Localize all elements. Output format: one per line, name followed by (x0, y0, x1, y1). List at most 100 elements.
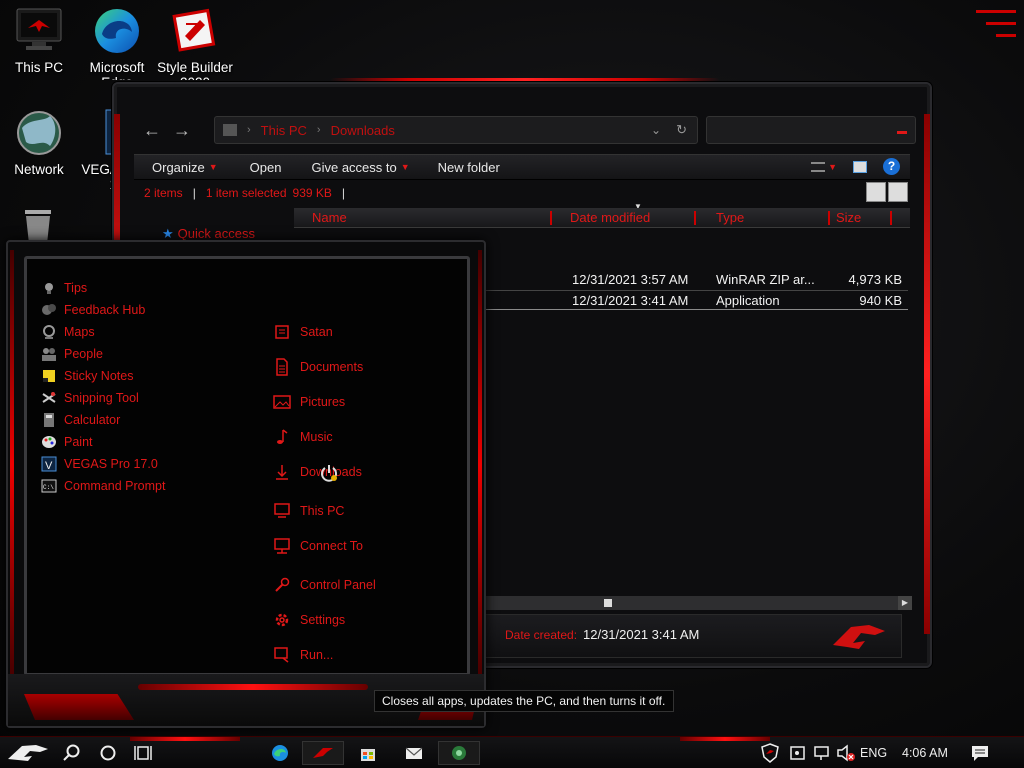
breadcrumb-downloads[interactable]: Downloads (331, 123, 395, 138)
new-folder-button[interactable]: New folder (438, 160, 500, 175)
app-command-prompt[interactable]: C:\ Command Prompt (41, 475, 165, 497)
desktop-icon-this-pc[interactable]: This PC (0, 6, 78, 75)
app-label: Snipping Tool (64, 391, 139, 405)
task-view-icon[interactable] (134, 743, 154, 763)
place-connect-to[interactable]: Connect To (273, 537, 363, 555)
app-sticky-notes[interactable]: Sticky Notes (41, 365, 165, 387)
wrench-icon (273, 576, 291, 594)
app-label: Command Prompt (64, 479, 166, 493)
breadcrumb-this-pc[interactable]: This PC (261, 123, 307, 138)
column-name[interactable]: Name (312, 210, 347, 225)
taskbar-app-explorer[interactable] (438, 741, 480, 765)
give-access-button[interactable]: Give access to ▼ (311, 160, 409, 175)
search-icon[interactable] (62, 743, 82, 763)
open-button[interactable]: Open (250, 160, 282, 175)
open-label: Open (249, 159, 282, 175)
desktop-icon-style-builder[interactable]: Style Builder 2020 (156, 6, 234, 80)
gear-icon (273, 611, 291, 629)
details-view-icon[interactable] (866, 182, 886, 202)
network-icon[interactable] (812, 743, 832, 763)
place-this-pc[interactable]: This PC (273, 502, 344, 520)
edge-icon[interactable] (270, 743, 290, 763)
view-toggle (866, 182, 908, 202)
app-maps[interactable]: Maps (41, 321, 165, 343)
rog-shield-icon[interactable] (760, 743, 780, 763)
volume-muted-icon[interactable] (836, 743, 856, 763)
file-row-selected[interactable]: 12/31/2021 3:41 AM Application 940 KB (484, 290, 908, 310)
music-icon (273, 428, 291, 446)
start-menu-panel: Tips Feedback Hub Maps People Sticky Not… (24, 256, 470, 676)
taskbar-app-rog[interactable] (302, 741, 344, 765)
file-row[interactable]: 12/31/2021 3:57 AM WinRAR ZIP ar... 4,97… (484, 270, 908, 290)
desktop-icon-network[interactable]: Network (0, 108, 78, 177)
address-bar[interactable]: › This PC › Downloads ⌄ ↻ (214, 116, 698, 144)
desktop-icon-edge[interactable]: Microsoft Edge (78, 6, 156, 80)
place-run[interactable]: Run... (273, 646, 333, 664)
place-settings[interactable]: Settings (273, 611, 345, 629)
new-folder-label: New folder (437, 159, 500, 175)
store-icon[interactable] (358, 743, 378, 763)
place-control-panel[interactable]: Control Panel (273, 576, 376, 594)
app-label: Calculator (64, 413, 121, 427)
forward-button[interactable]: → (170, 120, 194, 140)
scrollbar-thumb[interactable] (604, 599, 612, 607)
computer-icon (273, 502, 291, 520)
cortana-icon[interactable] (98, 743, 118, 763)
app-people[interactable]: People (41, 343, 165, 365)
computer-icon (14, 6, 64, 56)
place-label: Control Panel (300, 578, 376, 592)
notifications-icon[interactable] (970, 743, 990, 763)
refresh-icon[interactable]: ↻ (676, 122, 687, 138)
scroll-right-arrow[interactable]: ▶ (898, 596, 912, 610)
view-options-icon[interactable]: ▼ (811, 161, 837, 172)
device-icon[interactable] (788, 743, 808, 763)
column-type[interactable]: Type (716, 210, 744, 225)
file-type: Application (716, 293, 780, 308)
file-size: 940 KB (859, 293, 902, 308)
horizontal-scrollbar[interactable]: ▶ (484, 596, 912, 610)
app-list: Tips Feedback Hub Maps People Sticky Not… (41, 277, 165, 497)
star-icon: ★ (162, 226, 174, 241)
app-label: Paint (64, 435, 93, 449)
place-label: Satan (300, 325, 333, 339)
download-icon (273, 463, 291, 481)
organize-label: Organize (152, 159, 205, 175)
app-paint[interactable]: Paint (41, 431, 165, 453)
column-date-modified[interactable]: Date modified (570, 210, 650, 225)
app-vegas-pro[interactable]: V VEGAS Pro 17.0 (41, 453, 165, 475)
decorative-line (986, 22, 1016, 25)
large-icons-view-icon[interactable] (888, 182, 908, 202)
app-feedback-hub[interactable]: Feedback Hub (41, 299, 165, 321)
file-date: 12/31/2021 3:41 AM (572, 293, 689, 308)
preview-pane-icon[interactable] (853, 160, 867, 173)
search-input[interactable] (706, 116, 916, 144)
document-icon (273, 358, 291, 376)
start-menu: Tips Feedback Hub Maps People Sticky Not… (6, 240, 486, 728)
breadcrumb-separator: › (316, 124, 321, 136)
app-tips[interactable]: Tips (41, 277, 165, 299)
help-icon[interactable]: ? (883, 158, 900, 175)
app-label: People (64, 347, 103, 361)
app-snipping-tool[interactable]: Snipping Tool (41, 387, 165, 409)
terminal-icon: C:\ (41, 478, 57, 494)
mail-icon[interactable] (404, 743, 424, 763)
feedback-icon (41, 302, 57, 318)
give-access-label: Give access to (311, 159, 397, 175)
selection-size: 939 KB (292, 186, 332, 200)
column-size[interactable]: Size (836, 210, 861, 225)
input-language[interactable]: ENG (860, 746, 887, 760)
place-documents[interactable]: Documents (273, 358, 363, 376)
status-bar: 2 items | 1 item selected 939 KB | (144, 186, 346, 200)
app-label: VEGAS Pro 17.0 (64, 457, 158, 471)
back-button[interactable]: ← (140, 120, 164, 140)
app-calculator[interactable]: Calculator (41, 409, 165, 431)
start-button[interactable] (6, 743, 50, 763)
organize-button[interactable]: Organize ▼ (152, 160, 218, 175)
column-headers: Name Date modified Type Size (294, 208, 910, 228)
place-music[interactable]: Music (273, 428, 333, 446)
clock[interactable]: 4:06 AM (902, 746, 948, 760)
power-icon[interactable] (318, 462, 340, 484)
place-user[interactable]: Satan (273, 323, 333, 341)
chevron-down-icon[interactable]: ⌄ (651, 123, 661, 137)
place-pictures[interactable]: Pictures (273, 393, 345, 411)
